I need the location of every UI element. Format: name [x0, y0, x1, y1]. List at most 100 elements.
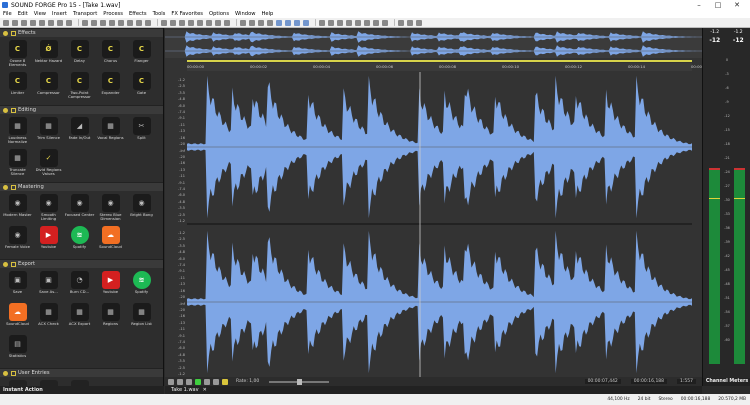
rate-slider[interactable]: [269, 378, 330, 385]
action-tile[interactable]: ▶ Youtube: [95, 271, 126, 303]
gear-icon[interactable]: [3, 370, 8, 376]
action-tile[interactable]: C Ozone 8 Elements: [2, 40, 33, 72]
toolbar-button-icon[interactable]: [127, 19, 133, 26]
menu-fx-favorites[interactable]: FX Favorites: [171, 11, 203, 17]
action-tile[interactable]: ▦ Loudness Normalize: [2, 117, 33, 149]
toolbar-button-icon[interactable]: [355, 19, 361, 26]
action-tile[interactable]: ▦ ACX Export: [64, 303, 95, 335]
action-tile[interactable]: ▶ Youtube: [33, 226, 64, 258]
toolbar-button-icon[interactable]: [285, 19, 291, 26]
toolbar-button-icon[interactable]: [258, 19, 264, 26]
zoom-ratio[interactable]: 1:557: [677, 379, 696, 384]
toolbar-button-icon[interactable]: [12, 19, 18, 26]
checkbox-icon[interactable]: [11, 107, 16, 113]
toolbar-button-icon[interactable]: [161, 19, 167, 26]
toolbar-button-icon[interactable]: [364, 19, 370, 26]
action-tile[interactable]: Ǿ Nektar Hazard: [33, 40, 64, 72]
minimize-icon[interactable]: –: [690, 1, 708, 9]
menu-process[interactable]: Process: [103, 11, 123, 17]
menu-effects[interactable]: Effects: [129, 11, 147, 17]
action-tile[interactable]: ▦ ACX Check: [33, 303, 64, 335]
toolbar-button-icon[interactable]: [91, 19, 97, 26]
gear-icon[interactable]: [3, 261, 8, 267]
toolbar-button-icon[interactable]: [100, 19, 106, 26]
instant-action-tab[interactable]: Instant Action: [0, 386, 164, 394]
section-header-editing[interactable]: Editing: [0, 105, 163, 114]
action-tile[interactable]: ▤ Statistics: [2, 335, 33, 367]
gear-icon[interactable]: [3, 107, 8, 113]
toolbar-button-icon[interactable]: [346, 19, 352, 26]
menu-tools[interactable]: Tools: [153, 11, 166, 17]
action-tile[interactable]: ◉ Stereo Blue Dimension: [95, 194, 126, 226]
action-tile[interactable]: C Expander: [95, 72, 126, 104]
action-tile[interactable]: C Gate: [126, 72, 157, 104]
selection-length[interactable]: 00:00:16,188: [630, 379, 668, 384]
menu-help[interactable]: Help: [262, 11, 274, 17]
section-header-effects[interactable]: Effects: [0, 28, 163, 37]
pause-icon[interactable]: [204, 378, 210, 385]
action-tile[interactable]: ✓ Divid Regions Values: [33, 149, 64, 181]
close-icon[interactable]: ✕: [728, 1, 746, 9]
toolbar-button-icon[interactable]: [197, 19, 203, 26]
checkbox-icon[interactable]: [11, 184, 16, 190]
action-tile[interactable]: ◉ Female Voice: [2, 226, 33, 258]
toolbar-button-icon[interactable]: [30, 19, 36, 26]
toolbar-button-icon[interactable]: [118, 19, 124, 26]
toolbar-button-icon[interactable]: [407, 19, 413, 26]
toolbar-button-icon[interactable]: [416, 19, 422, 26]
tab-take1[interactable]: Take 1.wav: [171, 387, 199, 393]
toolbar-button-icon[interactable]: [303, 19, 309, 26]
selection-bar[interactable]: [187, 60, 692, 62]
action-tile[interactable]: C Flanger: [126, 40, 157, 72]
toolbar-button-icon[interactable]: [82, 19, 88, 26]
action-tile[interactable]: ▦ Region List: [126, 303, 157, 335]
record-icon[interactable]: [222, 378, 228, 385]
action-tile[interactable]: ◉ Focused Center: [64, 194, 95, 226]
checkbox-icon[interactable]: [11, 30, 16, 36]
action-tile[interactable]: C Compressor: [33, 72, 64, 104]
checkbox-icon[interactable]: [11, 261, 16, 267]
action-tile[interactable]: ◔ Burn CD...: [64, 271, 95, 303]
gear-icon[interactable]: [3, 184, 8, 190]
menu-view[interactable]: View: [34, 11, 46, 17]
action-tile[interactable]: ▦ Trim Silence: [33, 117, 64, 149]
stop-icon[interactable]: [186, 378, 192, 385]
toolbar-button-icon[interactable]: [3, 19, 9, 26]
waveform-display[interactable]: [187, 72, 692, 378]
action-tile[interactable]: ▣ Save As...: [33, 271, 64, 303]
action-tile[interactable]: C Two-Point Compressor: [64, 72, 95, 104]
toolbar-button-icon[interactable]: [215, 19, 221, 26]
menu-options[interactable]: Options: [209, 11, 229, 17]
toolbar-button-icon[interactable]: [206, 19, 212, 26]
menu-insert[interactable]: Insert: [52, 11, 67, 17]
time-ruler[interactable]: 00:00:00 00:00:02 00:00:04 00:00:06 00:00:08…: [187, 63, 708, 71]
overview-waveform[interactable]: [165, 30, 702, 58]
toolbar-button-icon[interactable]: [179, 19, 185, 26]
toolbar-button-icon[interactable]: [136, 19, 142, 26]
toolbar-button-icon[interactable]: [276, 19, 282, 26]
overview-bar[interactable]: [165, 30, 702, 58]
section-header-mastering[interactable]: Mastering: [0, 182, 163, 191]
action-tile[interactable]: ≋ Spotify: [126, 271, 157, 303]
play-icon[interactable]: [195, 378, 201, 385]
action-tile[interactable]: ▦ Truncate Silence: [2, 149, 33, 181]
action-tile[interactable]: C Chorus: [95, 40, 126, 72]
toolbar-button-icon[interactable]: [66, 19, 72, 26]
toolbar-button-icon[interactable]: [373, 19, 379, 26]
gear-icon[interactable]: [3, 30, 8, 36]
go-end-icon[interactable]: [213, 378, 219, 385]
go-start-icon[interactable]: [177, 378, 183, 385]
action-tile[interactable]: ▦ Regions: [95, 303, 126, 335]
cursor-position[interactable]: 00:00:07,442: [584, 379, 621, 384]
toolbar-button-icon[interactable]: [249, 19, 255, 26]
action-tile[interactable]: ▣ Save: [2, 271, 33, 303]
toolbar-button-icon[interactable]: [398, 19, 404, 26]
action-tile[interactable]: ◉ Modern Master: [2, 194, 33, 226]
loop-icon[interactable]: [168, 378, 174, 385]
toolbar-button-icon[interactable]: [188, 19, 194, 26]
section-header-user-entries[interactable]: User Entries: [0, 368, 163, 377]
toolbar-button-icon[interactable]: [224, 19, 230, 26]
action-tile[interactable]: ▦ Vocal Regions: [95, 117, 126, 149]
toolbar-button-icon[interactable]: [294, 19, 300, 26]
maximize-icon[interactable]: □: [709, 1, 727, 9]
